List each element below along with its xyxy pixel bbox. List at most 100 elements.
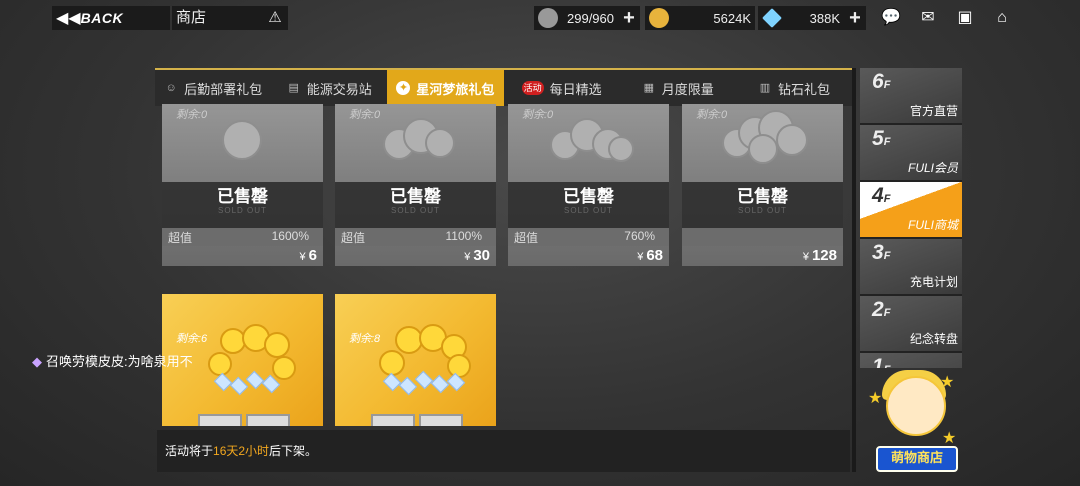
diamond-counter: 388K + <box>758 6 866 30</box>
tab-monthly[interactable]: ▦ 月度限量 <box>620 70 736 106</box>
coin-stack-icon <box>202 110 282 170</box>
floor-3[interactable]: 3F 充电计划 <box>860 239 962 296</box>
cute-shop-button[interactable]: 萌物商店 <box>876 446 958 472</box>
tab-diamond[interactable]: ▥ 钻石礼包 <box>736 70 852 106</box>
floor-4[interactable]: 4F FULI商城 <box>860 182 962 239</box>
side-divider <box>852 68 856 472</box>
diamond-icon <box>762 8 782 28</box>
price: ¥128 <box>803 247 837 264</box>
floor-num: 3 <box>872 241 884 264</box>
event-notice: 活动将于16天2小时后下架。 <box>157 430 850 472</box>
page-title: 商店 <box>172 6 262 30</box>
coin-stack-icon <box>375 110 455 170</box>
floor-5[interactable]: 5F FULI会员 <box>860 125 962 182</box>
top-bar: ◀◀ BACK 商店 ⚠ 299/960 + 5624K 388K + 💬 ✉ … <box>0 0 1080 36</box>
package-grid: 剩余:0 已售罄 SOLD OUT 超值 1600% ¥6 剩余:0 已售罄 S… <box>160 104 850 426</box>
sold-out-band: 已售罄 SOLD OUT <box>335 182 496 228</box>
sold-out-band: 已售罄 SOLD OUT <box>162 182 323 228</box>
add-diamond-button[interactable]: + <box>844 7 866 30</box>
floor-number: 3F <box>872 241 890 265</box>
chat-icon[interactable]: 💬 <box>880 7 902 29</box>
add-stamina-button[interactable]: + <box>618 7 640 30</box>
value-bar: 超值 1600% <box>162 228 323 246</box>
package-card[interactable]: 剩余:0 已售罄 SOLD OUT 超值 760% ¥68 <box>508 104 669 266</box>
package-card[interactable]: 剩余:0 已售罄 SOLD OUT ¥128 <box>682 104 843 266</box>
diamond-value: 388K <box>809 10 840 26</box>
event-badge: 活动 <box>521 81 544 95</box>
floor-2[interactable]: 2F 纪念转盘 <box>860 296 962 353</box>
price-value: 68 <box>646 247 663 264</box>
gem-icon: ◆ <box>32 354 42 369</box>
floor-selector: 6F 官方直营 5F FULI会员 4F FULI商城 3F 充电计划 2F 纪… <box>860 68 962 368</box>
floor-num: 2 <box>872 298 884 321</box>
gold-coin-pile-icon <box>375 324 485 404</box>
price-value: 128 <box>811 247 837 264</box>
floor-6[interactable]: 6F 官方直营 <box>860 68 962 125</box>
floor-unit: F <box>883 193 891 205</box>
notice-countdown: 16天2小时 <box>213 444 270 458</box>
summon-text: 召唤劳模皮皮:为啥泉用不 <box>46 354 193 369</box>
back-button[interactable]: ◀◀ BACK <box>52 6 170 30</box>
floor-unit: F <box>883 307 891 319</box>
price-value: 30 <box>473 247 490 264</box>
value-bar <box>682 228 843 246</box>
stamina-icon <box>538 8 558 28</box>
tab-daily[interactable]: 活动 每日精选 <box>504 70 620 106</box>
value-percent: 1100% <box>445 229 482 243</box>
package-card[interactable]: 剩余:0 已售罄 SOLD OUT 超值 1600% ¥6 <box>162 104 323 266</box>
value-tag: 超值 <box>514 231 539 245</box>
tab-label: 钻石礼包 <box>777 81 830 97</box>
warning-icon[interactable]: ⚠ <box>262 6 288 30</box>
back-label: BACK <box>80 10 124 26</box>
floor-label: 纪念转盘 <box>909 332 958 346</box>
stamina-value: 299/960 <box>567 10 614 26</box>
value-percent: 1600% <box>271 229 309 243</box>
floor-number: 5F <box>872 127 890 151</box>
sold-out-band: 已售罄 SOLD OUT <box>508 182 669 228</box>
mail-icon[interactable]: ✉ <box>917 7 939 29</box>
currency-symbol: ¥ <box>637 251 644 263</box>
galaxy-icon: ✦ <box>396 81 411 95</box>
mascot-face-icon <box>886 376 946 436</box>
floor-num: 6 <box>872 70 884 93</box>
bag-icon[interactable]: ▣ <box>954 7 976 29</box>
package-card-available[interactable]: 剩余:8 <box>335 294 496 426</box>
coin-stack-icon <box>548 110 634 170</box>
sold-out-en: SOLD OUT <box>564 206 613 215</box>
gift-icon: ▥ <box>759 82 771 94</box>
floor-num: 5 <box>872 127 884 150</box>
tab-galaxy[interactable]: ✦ 星河梦旅礼包 <box>387 70 504 106</box>
floor-num: 4 <box>872 184 884 207</box>
floor-unit: F <box>883 250 891 262</box>
logistics-icon: ☺ <box>165 82 177 94</box>
value-percent: 760% <box>624 229 655 243</box>
calendar-icon: ▦ <box>643 82 654 94</box>
value-tag: 超值 <box>341 231 366 245</box>
coin-value: 5624K <box>713 10 751 26</box>
value-bar: 超值 760% <box>508 228 669 246</box>
floor-label: FULI商城 <box>907 218 958 232</box>
summon-message[interactable]: ◆ 召唤劳模皮皮:为啥泉用不 <box>32 351 193 370</box>
reward-preview <box>198 414 290 426</box>
notice-suffix: 后下架。 <box>269 444 318 458</box>
reward-preview <box>371 414 463 426</box>
cute-shop-entry[interactable]: ★ ★ ★ 萌物商店 <box>866 366 960 472</box>
coin-stack-icon <box>722 110 808 170</box>
floor-label: 官方直营 <box>909 104 958 118</box>
value-tag: 超值 <box>168 231 193 245</box>
back-arrow-icon: ◀◀ <box>56 10 81 27</box>
floor-unit: F <box>883 136 891 148</box>
star-icon: ★ <box>940 374 955 391</box>
package-card[interactable]: 剩余:0 已售罄 SOLD OUT 超值 1100% ¥30 <box>335 104 496 266</box>
star-icon: ★ <box>942 430 957 447</box>
shop-tabs: ☺ 后勤部署礼包 ▤ 能源交易站 ✦ 星河梦旅礼包 活动 每日精选 ▦ 月度限量 ▥ 钻石礼… <box>155 68 852 106</box>
floor-number: 4F <box>872 184 890 208</box>
tab-label: 后勤部署礼包 <box>184 81 263 97</box>
price: ¥68 <box>637 247 663 264</box>
coin-icon <box>649 8 669 28</box>
home-icon[interactable]: ⌂ <box>991 7 1013 29</box>
tab-logistics[interactable]: ☺ 后勤部署礼包 <box>155 70 271 106</box>
tab-label: 星河梦旅礼包 <box>416 81 495 97</box>
tab-energy[interactable]: ▤ 能源交易站 <box>271 70 387 106</box>
gold-coin-pile-icon <box>202 324 312 404</box>
